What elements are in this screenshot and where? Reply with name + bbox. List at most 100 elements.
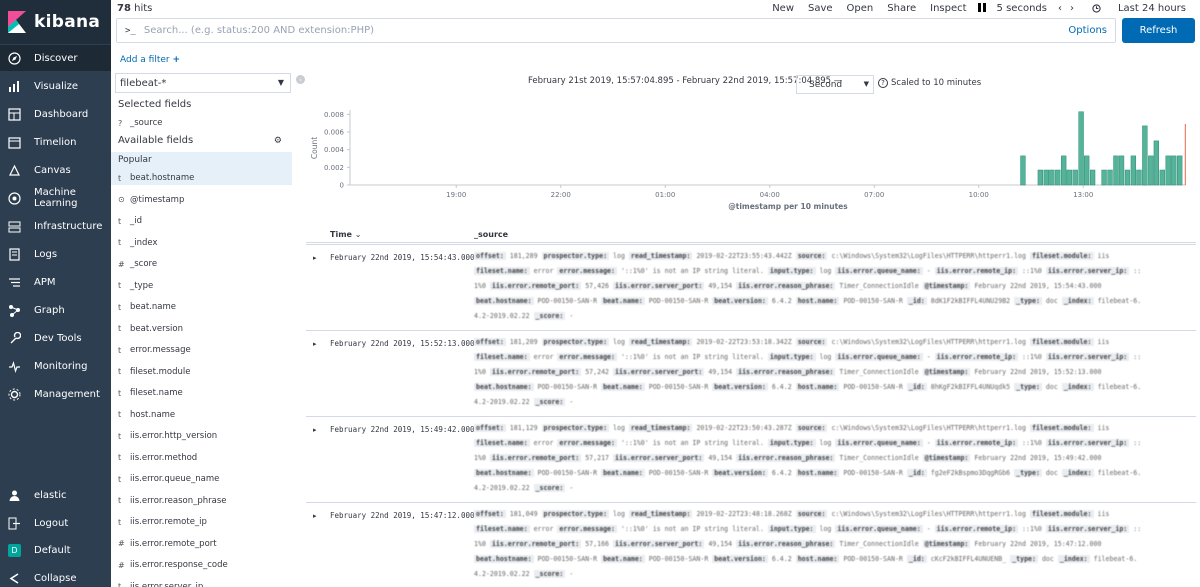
kibana-logo[interactable]: kibana — [0, 0, 111, 44]
chart-bar — [1055, 169, 1061, 186]
field-item[interactable]: t iis.error.http_version — [118, 431, 217, 441]
index-pattern-selector[interactable]: filebeat-* ▼ — [115, 73, 291, 93]
table-row[interactable]: ▸ February 22nd 2019, 15:52:13.000 offset:… — [306, 330, 1196, 416]
field-item[interactable]: # iis.error.remote_port — [118, 539, 217, 549]
scaled-note-text: Scaled to 10 minutes — [891, 78, 982, 88]
new-button[interactable]: New — [765, 3, 801, 14]
nav-item-apm[interactable]: APM — [0, 269, 111, 295]
field-type-icon: t — [118, 302, 122, 312]
x-tick-label: 22:00 — [551, 191, 571, 199]
search-input[interactable]: >_ Search... (e.g. status:200 AND extens… — [116, 18, 1116, 43]
nav-item-monitoring[interactable]: Monitoring — [0, 353, 111, 379]
field-type-icon: t — [118, 496, 122, 505]
source-key: iis.error.reason_phrase: — [736, 368, 836, 376]
field-item[interactable]: t iis.error.queue_name — [118, 474, 219, 484]
field-item[interactable]: t _index — [118, 238, 158, 248]
source-key: fileset.name: — [474, 353, 530, 361]
chevron-right-icon[interactable]: › — [1066, 3, 1078, 14]
nav-item-label: APM — [34, 276, 56, 288]
histogram-chart[interactable]: Count 0 0.002 0.004 0.006 0.008 19:00 22:00 01:0… — [306, 102, 1196, 214]
options-button[interactable]: Options — [1068, 25, 1107, 36]
field-name: beat.name — [130, 302, 176, 312]
interval-select[interactable]: Second ▼ — [796, 75, 874, 94]
field-item[interactable]: t _type — [118, 281, 153, 291]
field-item[interactable]: t host.name — [118, 410, 175, 420]
source-key: source: — [795, 424, 828, 432]
time-column-header[interactable]: Time ⌄ — [330, 230, 361, 239]
source-key: fileset.name: — [474, 439, 530, 447]
field-name: fileset.name — [130, 388, 183, 398]
gear-icon[interactable]: ⚙ — [274, 136, 282, 146]
nav-item-graph[interactable]: Graph — [0, 297, 111, 323]
nav-item-machine-learning[interactable]: Machine Learning — [0, 185, 111, 211]
field-name: _type — [130, 280, 154, 291]
save-button[interactable]: Save — [801, 3, 840, 14]
table-row[interactable]: ▸ February 22nd 2019, 15:54:43.000 offset:… — [306, 244, 1196, 330]
nav-item-logs[interactable]: Logs — [0, 241, 111, 267]
chevron-left-icon[interactable]: ‹ — [1054, 3, 1066, 14]
field-item[interactable]: t beat.version — [118, 324, 183, 334]
inspect-button[interactable]: Inspect — [923, 3, 973, 14]
source-line: beat.hostname: POD-00150-SAN-R beat.name… — [474, 383, 1142, 391]
pause-icon[interactable] — [974, 2, 990, 15]
table-row[interactable]: ▸ February 22nd 2019, 15:47:12.000 offset:… — [306, 502, 1196, 587]
source-key: beat.hostname: — [474, 297, 534, 305]
nav-item-management[interactable]: Management — [0, 381, 111, 407]
time-range-picker[interactable]: Last 24 hours — [1078, 3, 1200, 14]
help-icon[interactable]: ? — [878, 78, 888, 88]
expand-row-icon[interactable]: ▸ — [313, 254, 317, 262]
source-key: iis.error.remote_ip: — [934, 267, 1019, 275]
source-key: beat.version: — [712, 297, 768, 305]
share-button[interactable]: Share — [880, 3, 923, 14]
refresh-interval[interactable]: 5 seconds — [990, 3, 1054, 14]
source-key: read_timestamp: — [628, 424, 693, 432]
expand-row-icon[interactable]: ▸ — [313, 426, 317, 434]
nav-item-canvas[interactable]: Canvas — [0, 157, 111, 183]
field-type-icon: ⊙ — [118, 195, 125, 204]
logs-icon — [8, 247, 21, 261]
query-language-icon: >_ — [125, 25, 136, 36]
field-item[interactable]: t fileset.name — [118, 388, 183, 398]
refresh-button[interactable]: Refresh — [1122, 18, 1195, 43]
field-item[interactable]: t _id — [118, 216, 142, 226]
source-key: iis.error.remote_port: — [489, 368, 582, 376]
nav-item-dev-tools[interactable]: Dev Tools — [0, 325, 111, 351]
source-key: _score: — [533, 570, 566, 578]
field-item[interactable]: t error.message — [118, 345, 191, 355]
source-key: input.type: — [767, 267, 816, 275]
expand-row-icon[interactable]: ▸ — [313, 340, 317, 348]
selected-field-source[interactable]: ? _source — [118, 118, 162, 128]
field-type-icon: t — [118, 453, 122, 462]
source-key: error.message: — [557, 267, 617, 275]
field-item[interactable]: t fileset.module — [118, 367, 191, 377]
nav-item-infrastructure[interactable]: Infrastructure — [0, 213, 111, 239]
nav-item-collapse[interactable]: Collapse — [0, 565, 111, 587]
expand-row-icon[interactable]: ▸ — [313, 512, 317, 520]
field-item[interactable]: ⊙ @timestamp — [118, 195, 184, 205]
nav-item-visualize[interactable]: Visualize — [0, 73, 111, 99]
field-item[interactable]: t iis.error.method — [118, 453, 197, 463]
field-item[interactable]: t beat.hostname — [118, 173, 194, 183]
field-item[interactable]: t beat.name — [118, 302, 176, 312]
add-filter-button[interactable]: Add a filter + — [120, 55, 180, 65]
nav-item-default[interactable]: D Default — [0, 537, 111, 563]
field-item[interactable]: t iis.error.remote_ip — [118, 517, 207, 527]
caret-down-icon: ▼ — [277, 78, 284, 87]
nav-item-dashboard[interactable]: Dashboard — [0, 101, 111, 127]
field-item[interactable]: t iis.error.reason_phrase — [118, 496, 227, 506]
nav-item-elastic[interactable]: elastic — [0, 482, 111, 508]
field-item[interactable]: # _score — [118, 259, 157, 269]
y-tick-label: 0 — [340, 182, 344, 190]
field-type-icon: t — [118, 238, 122, 247]
field-item[interactable]: # iis.error.response_code — [118, 560, 228, 570]
nav-item-discover[interactable]: Discover — [0, 45, 111, 71]
source-key: source: — [795, 252, 828, 260]
table-row[interactable]: ▸ February 22nd 2019, 15:49:42.000 offset:… — [306, 416, 1196, 502]
open-button[interactable]: Open — [840, 3, 881, 14]
nav-item-logout[interactable]: Logout — [0, 510, 111, 536]
source-key: iis.error.remote_port: — [489, 454, 582, 462]
collapse-sidebar-button[interactable]: ‹ — [296, 75, 305, 84]
nav-item-timelion[interactable]: Timelion — [0, 129, 111, 155]
field-item[interactable]: t iis.error.server_ip — [118, 582, 203, 587]
source-key: _type: — [1014, 469, 1042, 477]
